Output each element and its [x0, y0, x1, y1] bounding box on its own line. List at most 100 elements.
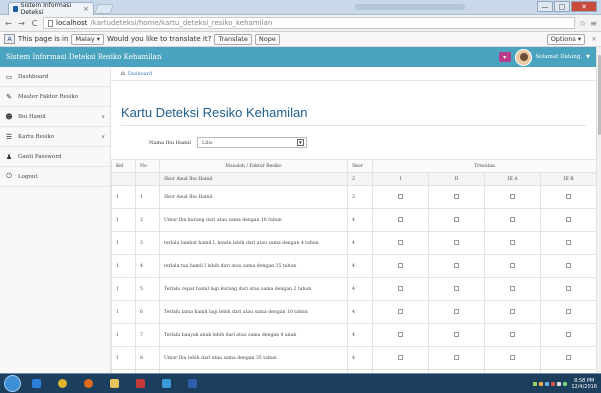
triwulan-checkbox[interactable]: [510, 217, 515, 222]
close-window-button[interactable]: ✕: [571, 1, 597, 12]
sidebar-item-dashboard[interactable]: ▭ Dashboard: [0, 67, 110, 87]
triwulan-checkbox[interactable]: [454, 309, 459, 314]
language-select[interactable]: Malay ▾: [71, 33, 105, 45]
taskbar-clock[interactable]: 8:58 PM 12/4/2016: [571, 378, 597, 390]
language-label: Malay: [75, 35, 95, 43]
cell-masalah: Terlalu lama hamil lagi lebih dari atau …: [159, 300, 348, 324]
translate-close-icon[interactable]: ×: [591, 35, 597, 43]
new-tab-button[interactable]: [94, 4, 114, 14]
reload-icon[interactable]: C: [30, 19, 39, 28]
triwulan-checkbox[interactable]: [398, 263, 403, 268]
url-input[interactable]: localhost/kartudeteksi/home/kartu_deteks…: [43, 17, 576, 29]
taskbar-ie-icon[interactable]: [25, 376, 47, 392]
triwulan-checkbox[interactable]: [398, 217, 403, 222]
triwulan-checkbox[interactable]: [566, 217, 572, 222]
triwulan-cell: [539, 346, 598, 370]
triwulan-checkbox[interactable]: [454, 332, 459, 337]
user-greeting[interactable]: Selamat Datang,: [536, 54, 583, 60]
title-divider: [121, 125, 586, 126]
app-brand[interactable]: Sistem Informasi Deteksi Resiko Kehamila…: [6, 53, 161, 61]
minimize-button[interactable]: —: [537, 1, 553, 12]
triwulan-checkbox[interactable]: [454, 240, 459, 245]
taskbar-app-icon[interactable]: [155, 376, 177, 392]
sub-masalah: Skor Awal Ibu Hamil: [159, 172, 348, 186]
triwulan-checkbox[interactable]: [566, 309, 572, 314]
browser-tab[interactable]: Sistem Informasi Deteksi ×: [8, 2, 94, 16]
forward-icon[interactable]: →: [17, 19, 26, 28]
triwulan-checkbox[interactable]: [454, 286, 459, 291]
navbar-right: ▾ Selamat Datang, ▼: [498, 48, 590, 66]
triwulan-cell: [539, 185, 598, 209]
triwulan-checkbox[interactable]: [566, 286, 572, 291]
maximize-button[interactable]: □: [554, 1, 570, 12]
chrome-menu-icon[interactable]: ≡: [590, 19, 597, 28]
options-button[interactable]: Options ▾: [546, 33, 586, 45]
header-kel: Kel: [111, 159, 136, 173]
chevron-down-icon: ∨: [101, 113, 105, 120]
cell-kel: 1: [111, 254, 136, 278]
breadcrumb-dashboard-link[interactable]: Dasboard: [128, 71, 152, 77]
taskbar-firefox-icon[interactable]: [77, 376, 99, 392]
sidebar-item-ganti-password[interactable]: ♟ Ganti Password: [0, 147, 110, 167]
triwulan-checkbox[interactable]: [398, 355, 403, 360]
sidebar-item-kartu-resiko[interactable]: ☰ Kartu Resiko ∨: [0, 127, 110, 147]
cell-kel: 1: [111, 323, 136, 347]
sidebar-item-ibu-hamil[interactable]: ☻ Ibu Hamil ∨: [0, 107, 110, 127]
triwulan-checkbox[interactable]: [510, 309, 515, 314]
triwulan-checkbox[interactable]: [510, 286, 515, 291]
sidebar-item-master-faktor-resiko[interactable]: ✎ Master Faktor Resiko: [0, 87, 110, 107]
triwulan-checkbox[interactable]: [398, 332, 403, 337]
triwulan-checkbox[interactable]: [398, 309, 403, 314]
cell-no: 5: [135, 277, 160, 301]
taskbar-word-icon[interactable]: [181, 376, 203, 392]
system-tray: 8:58 PM 12/4/2016: [533, 378, 597, 390]
triwulan-checkbox[interactable]: [566, 263, 572, 268]
cell-masalah: Skor Awal Ibu Hamil: [159, 185, 348, 209]
back-icon[interactable]: ←: [4, 19, 13, 28]
triwulan-checkbox[interactable]: [510, 263, 515, 268]
triwulan-cell: [484, 346, 541, 370]
triwulan-checkbox[interactable]: [454, 355, 459, 360]
triwulan-cell: [428, 323, 485, 347]
translate-button[interactable]: Translate: [214, 33, 252, 45]
tray-icons[interactable]: [533, 381, 568, 386]
triwulan-checkbox[interactable]: [398, 194, 403, 199]
triwulan-checkbox[interactable]: [398, 240, 403, 245]
taskbar-folder-icon[interactable]: [103, 376, 125, 392]
cell-skor: 4: [347, 254, 373, 278]
triwulan-checkbox[interactable]: [510, 355, 515, 360]
triwulan-checkbox[interactable]: [510, 194, 515, 199]
triwulan-checkbox[interactable]: [566, 194, 572, 199]
taskbar-media-icon[interactable]: [129, 376, 151, 392]
translate-bar: A This page is in Malay ▾ Would you like…: [0, 32, 601, 47]
triwulan-checkbox[interactable]: [454, 194, 459, 199]
avatar[interactable]: [514, 48, 532, 66]
user-caret-icon[interactable]: ▼: [586, 54, 590, 60]
triwulan-checkbox[interactable]: [566, 355, 572, 360]
select-arrow-icon[interactable]: ▼: [296, 139, 304, 146]
user-icon: ♟: [5, 152, 13, 161]
notification-icon[interactable]: ▾: [498, 52, 511, 62]
triwulan-checkbox[interactable]: [454, 263, 459, 268]
page-title: Kartu Deteksi Resiko Kehamilan: [121, 105, 308, 120]
bookmark-star-icon[interactable]: ☆: [579, 19, 586, 28]
ibu-hamil-select[interactable]: Lilis ▼: [196, 137, 307, 148]
triwulan-checkbox[interactable]: [454, 217, 459, 222]
triwulan-checkbox[interactable]: [398, 286, 403, 291]
sub-skor: 2: [347, 172, 373, 186]
start-button[interactable]: [4, 375, 21, 392]
cell-masalah: Umur Ibu lebih dari atau sama dengan 35 …: [159, 346, 348, 370]
triwulan-checkbox[interactable]: [510, 332, 515, 337]
taskbar-chrome-icon[interactable]: [51, 376, 73, 392]
triwulan-checkbox[interactable]: [566, 240, 572, 245]
table-row: 1 1 Skor Awal Ibu Hamil 2: [111, 185, 598, 209]
cell-masalah: terlalu lambat hamil I, kawin lebih dari…: [159, 231, 348, 255]
triwulan-checkbox[interactable]: [566, 332, 572, 337]
tab-close-icon[interactable]: ×: [83, 5, 89, 13]
cell-no: 3: [135, 231, 160, 255]
cell-masalah: Terlalu banyak anak lebih dari atau sama…: [159, 323, 348, 347]
sidebar-item-logout[interactable]: ⏻ Logout: [0, 167, 110, 187]
cell-skor: 4: [347, 231, 373, 255]
nope-button[interactable]: Nope: [254, 33, 280, 45]
triwulan-checkbox[interactable]: [510, 240, 515, 245]
